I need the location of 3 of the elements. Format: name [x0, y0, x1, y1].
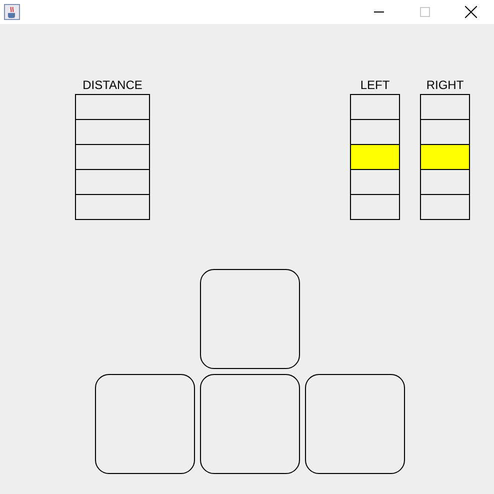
meter-label: RIGHT: [426, 78, 464, 94]
meter-label: DISTANCE: [82, 78, 142, 94]
meter-label: LEFT: [360, 78, 390, 94]
